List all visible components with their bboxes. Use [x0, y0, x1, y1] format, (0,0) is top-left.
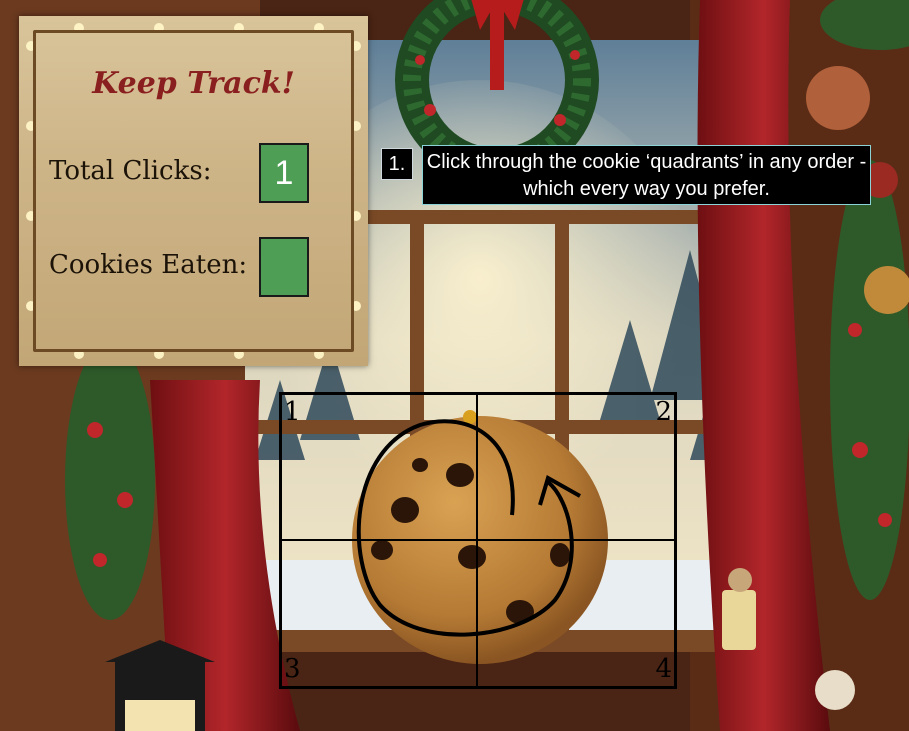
- total-clicks-label: Total Clicks:: [49, 156, 212, 186]
- total-clicks-counter: 1: [259, 143, 309, 203]
- quadrant-label-3: 3: [284, 654, 301, 684]
- quadrant-label-4: 4: [655, 654, 672, 684]
- cookie-quadrant-4[interactable]: 4: [478, 541, 674, 687]
- instruction-number: 1.: [381, 148, 413, 180]
- instruction-text: Click through the cookie ‘quadrants’ in …: [422, 145, 871, 205]
- cookie-quadrant-2[interactable]: 2: [478, 395, 674, 541]
- cookie-quadrant-1[interactable]: 1: [282, 395, 478, 541]
- cookie-quadrant-grid: 1 2 3 4: [279, 392, 677, 689]
- quadrant-label-1: 1: [284, 397, 301, 427]
- cookie-quadrant-3[interactable]: 3: [282, 540, 478, 686]
- cookies-eaten-counter: [259, 237, 309, 297]
- keep-track-panel: Keep Track! Total Clicks: 1 Cookies Eate…: [19, 16, 368, 366]
- quadrant-label-2: 2: [655, 397, 672, 427]
- cookies-eaten-label: Cookies Eaten:: [49, 250, 248, 280]
- panel-title: Keep Track!: [92, 66, 295, 101]
